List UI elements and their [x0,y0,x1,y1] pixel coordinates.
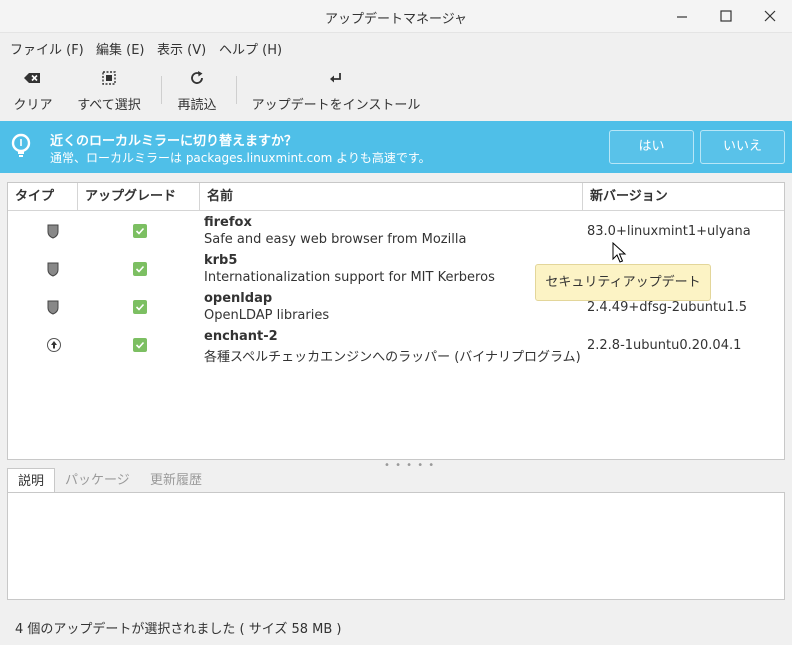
package-description: 各種スペルチェッカエンジンへのラッパー (バイナリプログラム) [204,350,581,365]
minimize-button[interactable] [671,6,693,28]
upgrade-checkbox[interactable] [133,224,147,238]
column-name[interactable]: 名前 [200,183,583,211]
upgrade-checkbox[interactable] [133,300,147,314]
toolbar-separator [161,76,162,104]
infobar-question: 近くのローカルミラーに切り替えますか？ [50,134,298,149]
checkmark-icon [135,341,145,349]
table-row[interactable]: enchant-2 各種スペルチェッカエンジンへのラッパー (バイナリプログラム… [8,326,784,365]
menu-help[interactable]: ヘルプ (H) [219,39,282,58]
upgrade-checkbox[interactable] [133,338,147,352]
status-text: 4 個のアップデートが選択されました ( サイズ 58 MB ) [15,622,342,637]
refresh-icon [191,71,203,84]
mirror-infobar: 近くのローカルミラーに切り替えますか？ 通常、ローカルミラーは packages… [0,121,792,173]
checkmark-icon [135,227,145,235]
shield-icon [47,224,59,239]
detail-tabs: 説明 パッケージ 更新履歴 [7,468,785,493]
type-tooltip: セキュリティアップデート [535,264,711,301]
yes-button[interactable]: はい [609,130,694,164]
minimize-icon [677,16,687,18]
close-button[interactable] [759,6,781,28]
list-header: タイプ アップグレード 名前 新バージョン [8,183,784,211]
upgrade-checkbox[interactable] [133,262,147,276]
no-button[interactable]: いいえ [700,130,785,164]
select-all-button[interactable]: すべて選択 [75,70,143,113]
toolbar-separator [236,76,237,104]
package-version: 2.2.8-1ubuntu0.20.04.1 [587,338,742,353]
description-panel [7,492,785,600]
package-version: 83.0+linuxmint1+ulyana [587,224,751,239]
infobar-detail: 通常、ローカルミラーは packages.linuxmint.com よりも高速… [50,151,431,165]
tab-description[interactable]: 説明 [7,468,56,493]
package-name: krb5 [204,253,238,268]
column-type[interactable]: タイプ [8,183,78,211]
package-version: 2.4.49+dfsg-2ubuntu1.5 [587,300,748,315]
arrow-up-icon [47,338,61,352]
mouse-pointer-icon [612,242,627,263]
package-description: Internationalization support for MIT Ker… [204,270,495,285]
menu-bar: ファイル (F) 編集 (E) 表示 (V) ヘルプ (H) [0,33,792,60]
install-updates-button[interactable]: アップデートをインストール [251,70,421,113]
package-description: OpenLDAP libraries [204,308,330,323]
tab-changelog[interactable]: 更新履歴 [140,468,212,493]
shield-icon [47,300,59,315]
updates-list: タイプ アップグレード 名前 新バージョン firefox Safe and e… [7,182,785,460]
menu-view[interactable]: 表示 (V) [157,39,206,58]
menu-edit[interactable]: 編集 (E) [96,39,145,58]
menu-file[interactable]: ファイル (F) [10,39,84,58]
clear-button[interactable]: クリア [13,70,53,113]
clear-icon [24,73,40,83]
clear-label: クリア [13,98,53,113]
refresh-label: 再読込 [177,98,217,113]
close-icon [764,10,776,22]
status-bar: 4 個のアップデートが選択されました ( サイズ 58 MB ) [0,612,792,640]
toolbar: クリア すべて選択 再読込 アップデートをインストール [0,60,792,120]
package-name: firefox [204,215,252,230]
shield-icon [47,262,59,277]
maximize-button[interactable] [715,6,737,28]
install-icon [330,73,341,83]
install-label: アップデートをインストール [251,98,421,113]
maximize-icon [720,10,732,22]
package-name: enchant-2 [204,329,278,344]
refresh-button[interactable]: 再読込 [176,70,218,113]
tab-packages[interactable]: パッケージ [55,468,140,493]
title-bar: アップデートマネージャ [0,0,792,33]
table-row[interactable]: firefox Safe and easy web browser from M… [8,212,784,250]
select-all-label: すべて選択 [77,98,141,113]
select-all-icon [102,71,116,85]
column-new-version[interactable]: 新バージョン [583,183,784,211]
column-upgrade[interactable]: アップグレード [78,183,200,211]
lightbulb-icon [11,133,31,157]
checkmark-icon [135,303,145,311]
package-name: openldap [204,291,273,306]
package-description: Safe and easy web browser from Mozilla [204,232,467,247]
checkmark-icon [135,265,145,273]
